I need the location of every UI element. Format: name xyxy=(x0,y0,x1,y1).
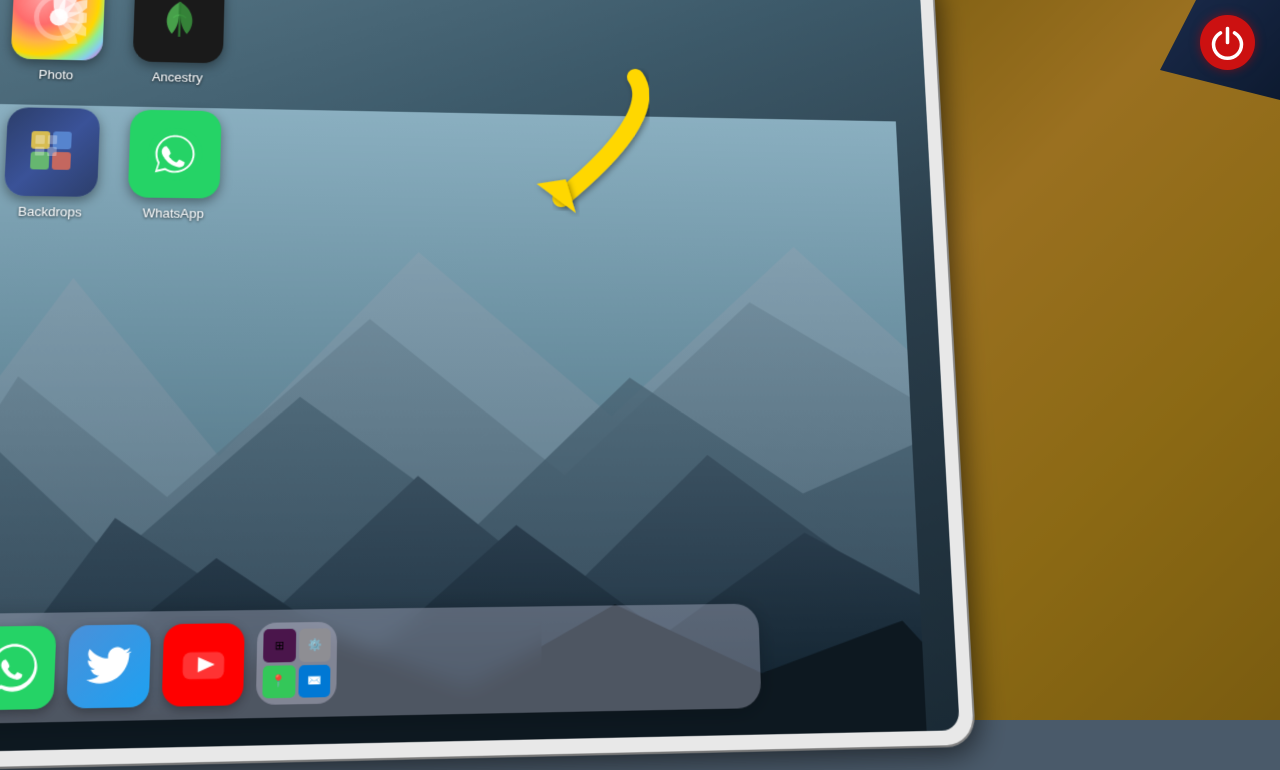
ancestry-icon-svg xyxy=(151,0,207,46)
whatsapp-icon-img xyxy=(128,109,222,198)
dock-whatsapp-svg xyxy=(0,640,42,696)
whatsapp-icon-svg xyxy=(145,125,205,182)
ipad-device: A Binders A Athletic xyxy=(0,0,974,769)
ipad-screen: A Binders A Athletic xyxy=(0,0,960,753)
power-icon-svg xyxy=(1210,25,1245,60)
app-grid: Photo Ancestry xyxy=(0,0,352,239)
folder-mini-findmy: 📍 xyxy=(262,665,295,699)
youtube-svg xyxy=(179,640,227,688)
dock-icon-youtube[interactable] xyxy=(162,623,245,707)
ancestry-label: Ancestry xyxy=(152,70,203,85)
ancestry-icon-img xyxy=(133,0,225,63)
power-icon[interactable] xyxy=(1200,15,1255,70)
dock: ⏰ 1 xyxy=(0,604,762,725)
folder-mini-settings: ⚙️ xyxy=(298,628,330,661)
yellow-arrow xyxy=(463,64,657,219)
folder-mini-outlook: ✉️ xyxy=(298,664,331,698)
app-icon-ancestry[interactable]: Ancestry xyxy=(121,0,235,102)
backdrops-icon-img xyxy=(4,107,101,197)
dock-folder[interactable]: ⊞ ⚙️ 📍 ✉️ xyxy=(256,622,337,705)
whatsapp-label: WhatsApp xyxy=(142,205,204,221)
photo-icon-img xyxy=(11,0,106,61)
backdrops-label: Backdrops xyxy=(18,204,82,220)
photo-icon-svg xyxy=(29,0,87,44)
app-icon-whatsapp[interactable]: WhatsApp xyxy=(116,109,232,238)
folder-mini-slack: ⊞ xyxy=(263,629,296,662)
twitter-svg xyxy=(84,642,133,691)
dock-icon-twitter[interactable] xyxy=(66,624,151,708)
dock-icon-whatsapp[interactable] xyxy=(0,626,57,711)
app-icon-photo[interactable]: Photo xyxy=(0,0,116,99)
app-icon-backdrops[interactable]: Backdrops xyxy=(0,107,111,237)
photo-label: Photo xyxy=(38,67,73,82)
backdrops-icon-svg xyxy=(23,125,82,180)
